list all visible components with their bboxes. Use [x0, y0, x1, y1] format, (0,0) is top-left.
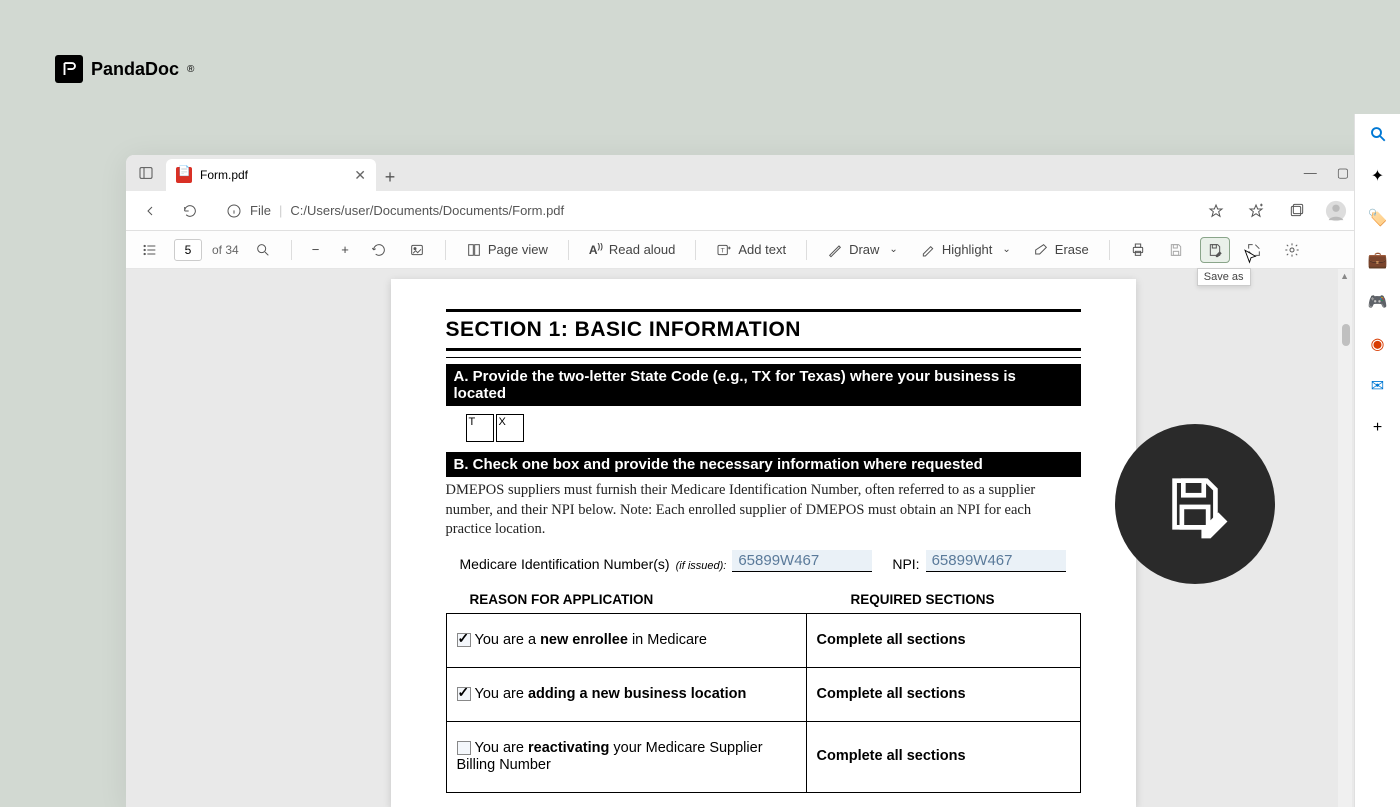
- address-scheme: File: [250, 203, 271, 218]
- zoom-out-button[interactable]: −: [306, 238, 326, 261]
- pdf-viewer[interactable]: SECTION 1: BASIC INFORMATION A. Provide …: [126, 269, 1400, 807]
- window-minimize[interactable]: —: [1304, 165, 1317, 181]
- pdf-page: SECTION 1: BASIC INFORMATION A. Provide …: [391, 279, 1136, 807]
- svg-text:T: T: [721, 247, 725, 254]
- fullscreen-icon[interactable]: [1240, 238, 1268, 262]
- scrollbar[interactable]: ▲: [1338, 269, 1352, 807]
- checkbox[interactable]: [457, 633, 471, 647]
- shopping-icon[interactable]: 🏷️: [1368, 208, 1388, 228]
- draw-button[interactable]: Draw ⌄: [821, 238, 904, 262]
- rotate-icon[interactable]: [365, 238, 393, 262]
- application-table: You are a new enrollee in Medicare Compl…: [446, 613, 1081, 793]
- outlook-icon[interactable]: ✉: [1368, 376, 1388, 396]
- table-row: You are adding a new business location C…: [446, 667, 1080, 721]
- sidebar-add-icon[interactable]: +: [1368, 418, 1388, 438]
- checkbox[interactable]: [457, 687, 471, 701]
- erase-button[interactable]: Erase: [1027, 238, 1095, 262]
- discover-icon[interactable]: ✦: [1368, 166, 1388, 186]
- tab-shelf: Form.pdf ✕ +: [166, 155, 404, 191]
- section-title: SECTION 1: BASIC INFORMATION: [446, 318, 1081, 342]
- content-area: SECTION 1: BASIC INFORMATION A. Provide …: [126, 269, 1400, 807]
- refresh-button[interactable]: [176, 197, 204, 225]
- save-as-tooltip: Save as: [1197, 268, 1251, 286]
- save-illustration: [1115, 424, 1275, 584]
- titlebar: Form.pdf ✕ + — ▢ ✕: [126, 155, 1400, 191]
- paragraph-b: DMEPOS suppliers must furnish their Medi…: [446, 481, 1081, 540]
- add-text-button[interactable]: T Add text: [710, 238, 792, 262]
- pandadoc-logo-text: PandaDoc: [91, 59, 179, 80]
- npi-value[interactable]: 65899W467: [926, 550, 1066, 572]
- search-icon[interactable]: [1368, 124, 1388, 144]
- profile-avatar[interactable]: [1322, 197, 1350, 225]
- mid-value[interactable]: 65899W467: [732, 550, 872, 572]
- address-bar[interactable]: File | C:/Users/user/Documents/Documents…: [216, 203, 1190, 219]
- new-tab-button[interactable]: +: [376, 163, 404, 191]
- mid-sublabel: (if issued):: [676, 560, 727, 572]
- state-box-1[interactable]: T: [466, 414, 494, 442]
- sidebar-toggle-icon[interactable]: [134, 161, 158, 185]
- office-icon[interactable]: ◉: [1368, 334, 1388, 354]
- tab-active[interactable]: Form.pdf ✕: [166, 159, 376, 191]
- read-aloud-button[interactable]: A)) Read aloud: [583, 238, 682, 261]
- column-headers: REASON FOR APPLICATION REQUIRED SECTIONS: [446, 592, 1081, 607]
- pdf-toolbar: of 34 − + Page view A)) Read aloud T Add…: [126, 231, 1400, 269]
- tab-title: Form.pdf: [200, 168, 248, 182]
- mid-label: Medicare Identification Number(s): [460, 556, 670, 572]
- nav-bar: File | C:/Users/user/Documents/Documents…: [126, 191, 1400, 231]
- highlight-button[interactable]: Highlight ⌄: [914, 238, 1017, 262]
- required-sections: Complete all sections: [817, 686, 966, 702]
- scroll-up-icon[interactable]: ▲: [1340, 271, 1349, 281]
- tools-icon[interactable]: 💼: [1368, 250, 1388, 270]
- pdf-file-icon: [176, 167, 192, 183]
- tab-close-icon[interactable]: ✕: [354, 167, 366, 184]
- page-number-input[interactable]: [174, 239, 202, 261]
- collections-icon[interactable]: [1282, 197, 1310, 225]
- back-button[interactable]: [136, 197, 164, 225]
- favorite-this-icon[interactable]: [1202, 197, 1230, 225]
- state-code-boxes: T X: [466, 414, 1081, 442]
- npi-label: NPI:: [892, 556, 919, 572]
- edge-sidebar: ✦ 🏷️ 💼 🎮 ◉ ✉ +: [1354, 114, 1400, 807]
- favorites-icon[interactable]: [1242, 197, 1270, 225]
- contents-icon[interactable]: [136, 238, 164, 262]
- chevron-down-icon: ⌄: [889, 244, 897, 255]
- browser-window: Form.pdf ✕ + — ▢ ✕ File | C:/Users/user/…: [126, 155, 1400, 807]
- page-total: of 34: [212, 243, 239, 257]
- bar-b: B. Check one box and provide the necessa…: [446, 452, 1081, 477]
- pandadoc-logo: PandaDoc ®: [55, 55, 194, 83]
- find-icon[interactable]: [249, 238, 277, 262]
- window-maximize[interactable]: ▢: [1337, 165, 1349, 181]
- state-box-2[interactable]: X: [496, 414, 524, 442]
- checkbox[interactable]: [457, 741, 471, 755]
- required-sections: Complete all sections: [817, 748, 966, 764]
- address-path: C:/Users/user/Documents/Documents/Form.p…: [290, 203, 564, 218]
- save-as-button[interactable]: Save as: [1200, 237, 1230, 263]
- scroll-thumb[interactable]: [1342, 324, 1350, 346]
- games-icon[interactable]: 🎮: [1368, 292, 1388, 312]
- info-icon: [226, 203, 242, 219]
- bar-a: A. Provide the two-letter State Code (e.…: [446, 364, 1081, 406]
- print-icon[interactable]: [1124, 238, 1152, 262]
- fit-page-icon[interactable]: [403, 238, 431, 262]
- identifier-fields: Medicare Identification Number(s) (if is…: [446, 550, 1081, 572]
- chevron-down-icon: ⌄: [1002, 244, 1010, 255]
- required-sections: Complete all sections: [817, 632, 966, 648]
- page-view-button[interactable]: Page view: [460, 238, 554, 262]
- zoom-in-button[interactable]: +: [335, 238, 355, 261]
- pandadoc-logo-mark: [55, 55, 83, 83]
- table-row: You are reactivating your Medicare Suppl…: [446, 721, 1080, 792]
- save-icon[interactable]: [1162, 238, 1190, 262]
- table-row: You are a new enrollee in Medicare Compl…: [446, 613, 1080, 667]
- settings-icon[interactable]: [1278, 238, 1306, 262]
- col-required: REQUIRED SECTIONS: [806, 592, 1081, 607]
- col-reason: REASON FOR APPLICATION: [446, 592, 806, 607]
